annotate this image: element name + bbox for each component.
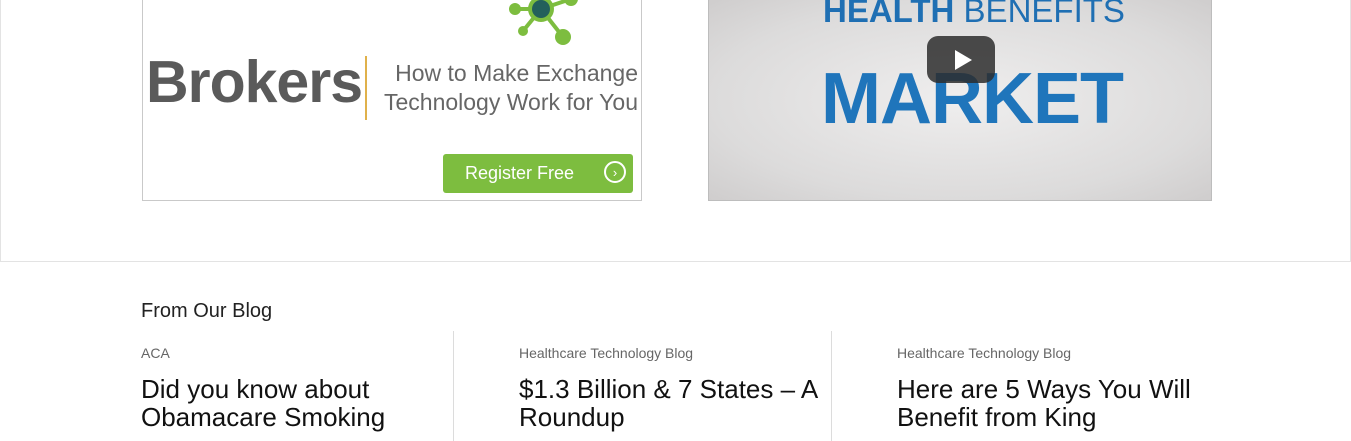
- blog-post-category[interactable]: Healthcare Technology Blog: [897, 345, 1197, 361]
- blog-post-card[interactable]: ACA Did you know about Obamacare Smoking: [141, 332, 441, 431]
- health-benefits-video[interactable]: HEALTH BENEFITS MARKET: [708, 0, 1212, 201]
- molecule-logo-icon: [509, 0, 578, 45]
- video-subtitle-bold: HEALTH: [823, 0, 955, 29]
- banner-divider: [365, 56, 367, 120]
- register-free-label: Register Free: [465, 163, 575, 183]
- blog-post-category[interactable]: Healthcare Technology Blog: [519, 345, 819, 361]
- blog-post-card[interactable]: Healthcare Technology Blog $1.3 Billion …: [519, 332, 819, 431]
- blog-column-divider: [453, 331, 454, 441]
- blog-post-category[interactable]: ACA: [141, 345, 441, 361]
- brokers-brand-text: Brokers: [146, 49, 363, 115]
- play-icon[interactable]: [927, 36, 995, 83]
- tagline-line-1: How to Make Exchange: [395, 60, 638, 86]
- blog-post-title[interactable]: $1.3 Billion & 7 States – A Roundup: [519, 375, 819, 431]
- video-subtitle-rest: BENEFITS: [954, 0, 1125, 29]
- blog-column-divider: [831, 331, 832, 441]
- blog-section-heading: From Our Blog: [141, 300, 273, 322]
- brokers-webinar-banner[interactable]: Brokers How to Make Exchange Technology …: [142, 0, 642, 201]
- register-free-button[interactable]: Register Free ›: [443, 154, 633, 193]
- blog-post-title[interactable]: Here are 5 Ways You Will Benefit from Ki…: [897, 375, 1197, 431]
- chevron-right-icon: ›: [604, 161, 626, 183]
- video-subtitle: HEALTH BENEFITS: [823, 0, 1125, 27]
- tagline-line-2: Technology Work for You: [383, 89, 638, 115]
- banner-tagline: How to Make Exchange Technology Work for…: [368, 59, 638, 117]
- blog-post-title[interactable]: Did you know about Obamacare Smoking: [141, 375, 441, 431]
- blog-post-card[interactable]: Healthcare Technology Blog Here are 5 Wa…: [897, 332, 1197, 431]
